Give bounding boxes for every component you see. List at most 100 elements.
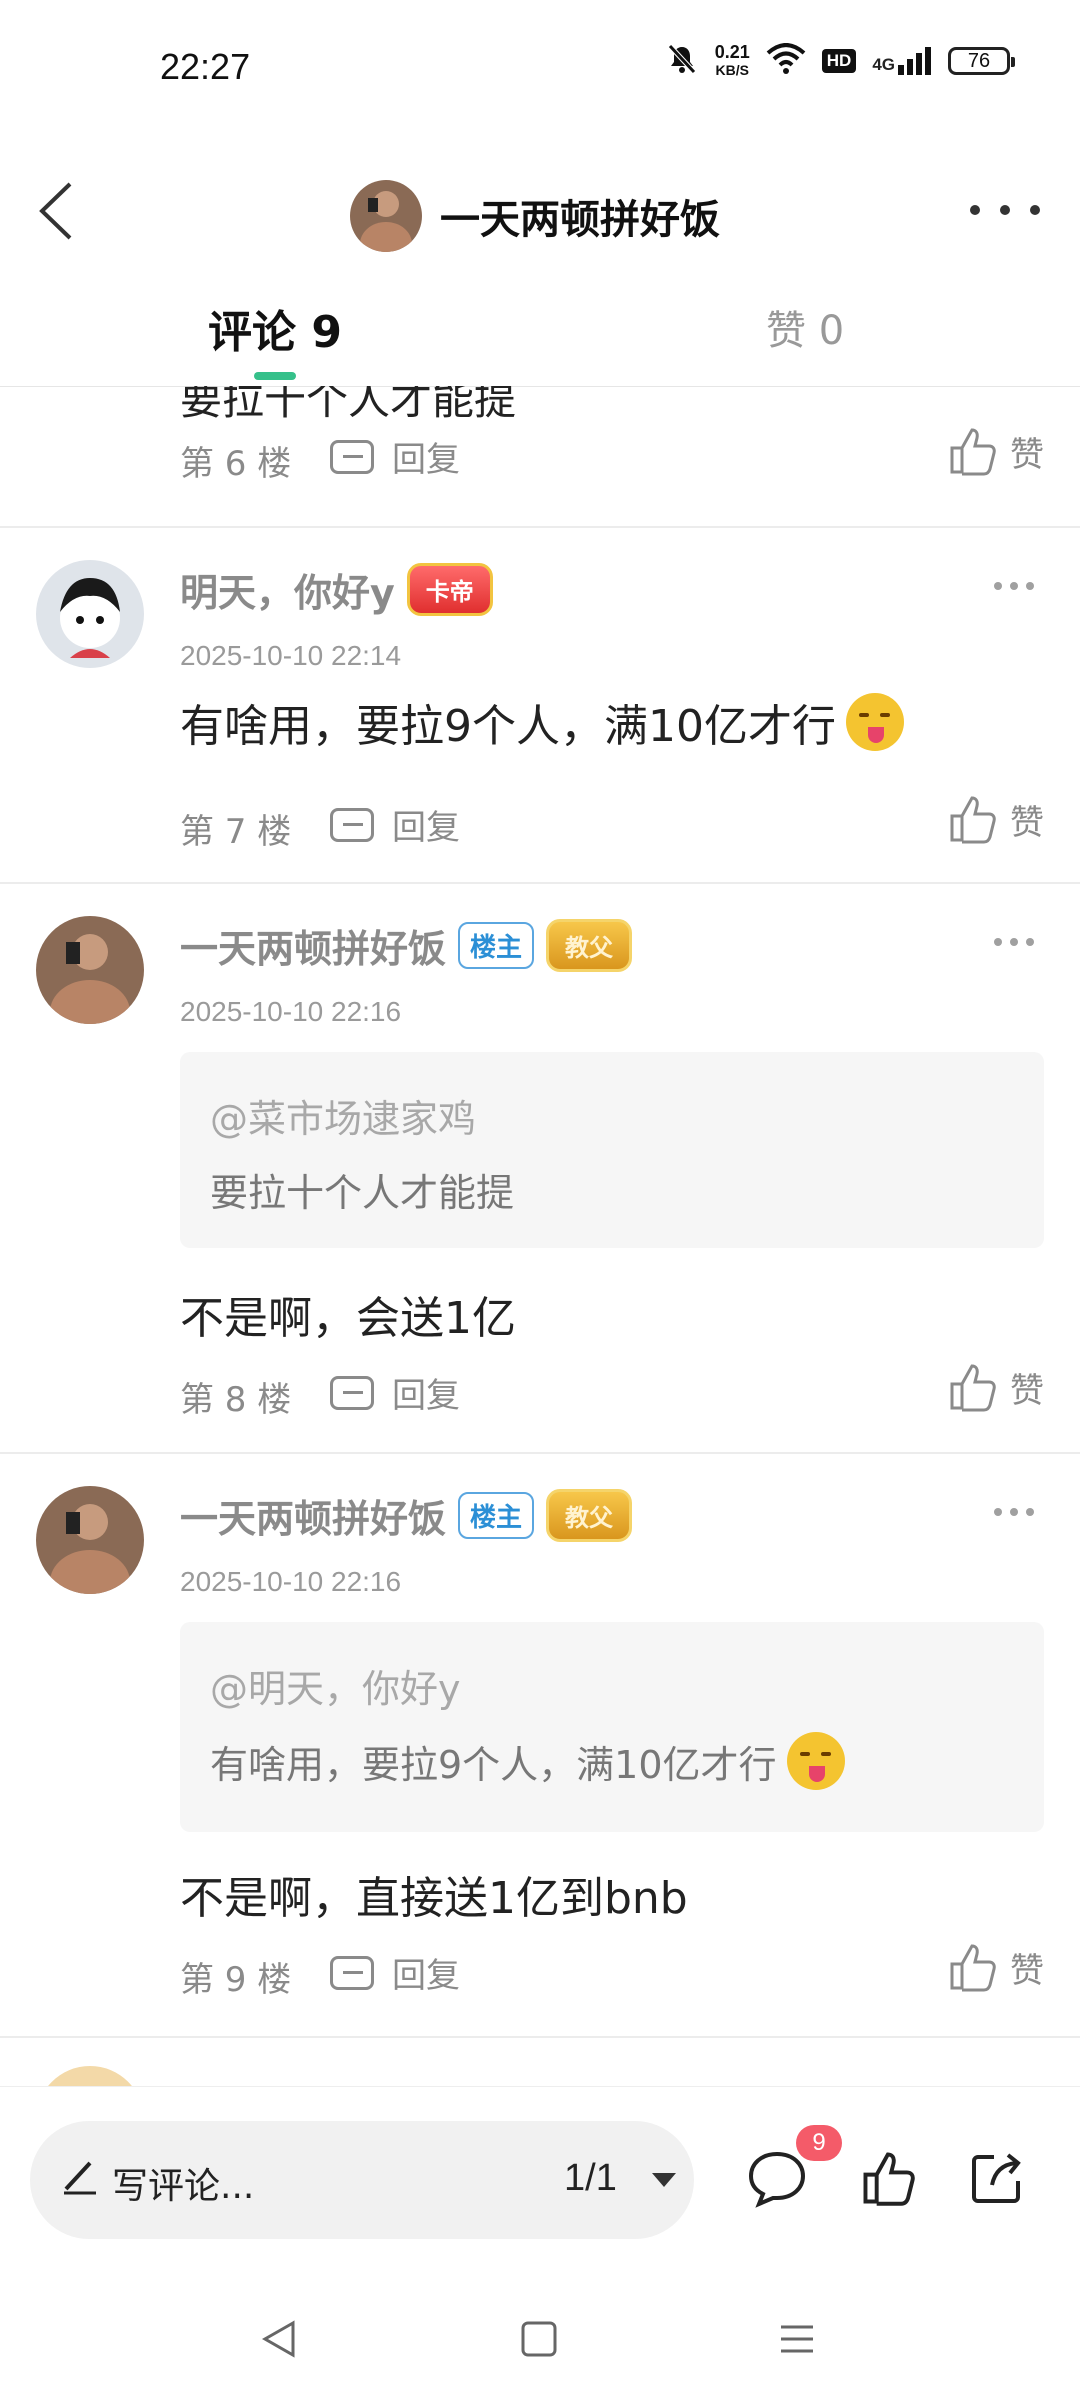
net-speed-value: 0.21 (714, 42, 750, 62)
reply-label: 回复 (392, 440, 460, 480)
triangle-back-icon (261, 2320, 295, 2358)
chat-bubble-icon (748, 2151, 806, 2208)
header-user[interactable]: 一天两顿拼好饭 (350, 180, 720, 252)
reply-label: 回复 (392, 1376, 460, 1416)
comment-floor-6: 要拉十个人才能提 第 6 楼 回复 赞 (0, 386, 1080, 528)
back-button[interactable] (26, 176, 86, 246)
floor-label: 第 6 楼 (180, 444, 292, 484)
hd-badge: HD (821, 49, 857, 73)
username[interactable]: 一天两顿拼好饭 (180, 918, 446, 973)
like-label: 赞 (1010, 1950, 1044, 1991)
like-button[interactable]: 赞 (948, 794, 1044, 844)
tongue-out-emoji-icon (786, 1732, 845, 1790)
battery-level: 76 (967, 49, 991, 72)
net-speed: 0.21 KB/S (715, 43, 750, 79)
tab-bar: 评论 9 赞 0 (0, 280, 1080, 387)
nav-back-button[interactable] (244, 2304, 314, 2374)
name-row: 一天两顿拼好饭 楼主 教父 (180, 918, 633, 973)
floor-label: 第 9 楼 (180, 1960, 292, 2000)
mute-bell-icon (665, 42, 699, 80)
network-type: 4G (872, 55, 895, 74)
reply-icon (330, 1375, 374, 1410)
quoted-comment[interactable]: @菜市场逮家鸡 要拉十个人才能提 (180, 1052, 1044, 1248)
comment-text: 有啥用，要拉9个人，满10亿才行 (180, 690, 904, 754)
nav-menu-button[interactable] (762, 2304, 832, 2374)
tongue-out-emoji-icon (845, 693, 904, 751)
write-comment-input[interactable]: 写评论... 1/1 (30, 2121, 694, 2239)
thumbs-up-icon (950, 1944, 996, 1992)
tab-likes[interactable]: 赞 0 (766, 298, 844, 356)
owner-tag: 楼主 (458, 1492, 535, 1539)
reply-label: 回复 (392, 808, 460, 848)
reply-icon (330, 439, 374, 474)
thumbs-up-icon (950, 428, 996, 476)
pencil-icon (60, 2155, 100, 2199)
comment-footer: 第 9 楼 回复 赞 (180, 1942, 1044, 2002)
avatar[interactable] (36, 1486, 144, 1594)
page-indicator[interactable]: 1/1 (564, 2157, 617, 2200)
reply-button[interactable]: 回复 (330, 800, 460, 849)
like-button[interactable]: 赞 (948, 1362, 1044, 1412)
avatar[interactable] (36, 560, 144, 668)
avatar[interactable] (36, 916, 144, 1024)
bottom-action-bar: 写评论... 1/1 9 (0, 2086, 1080, 2277)
name-row: 一天两顿拼好饭 楼主 教父 (180, 1488, 633, 1543)
square-home-icon (521, 2321, 557, 2357)
write-comment-placeholder: 写评论... (112, 2166, 255, 2207)
status-icons: 0.21 KB/S HD 4G 76 (665, 42, 1015, 80)
comment-footer: 第 7 楼 回复 赞 (180, 794, 1044, 854)
quoted-text-content: 有啥用，要拉9个人，满10亿才行 (210, 1742, 777, 1787)
comment-floor-7: 明天，你好y 卡帝 2025-10-10 22:14 有啥用，要拉9个人，满10… (0, 526, 1080, 884)
floor-label: 第 7 楼 (180, 812, 292, 852)
comment-time: 2025-10-10 22:16 (180, 996, 402, 1027)
username[interactable]: 一天两顿拼好饭 (180, 1488, 446, 1543)
wifi-icon (766, 43, 806, 79)
comment-feed[interactable]: 要拉十个人才能提 第 6 楼 回复 赞 明天，你好y 卡帝 2025-10-10… (0, 386, 1080, 2086)
thumbs-up-icon (950, 796, 996, 844)
like-label: 赞 (1010, 802, 1044, 843)
share-icon (972, 2153, 1021, 2203)
comment-count-badge: 9 (796, 2125, 842, 2161)
chevron-left-icon (39, 182, 72, 240)
medal-badge: 卡帝 (406, 563, 493, 616)
tab-comments[interactable]: 评论 9 (208, 296, 342, 360)
reply-button[interactable]: 回复 (330, 432, 460, 481)
avatar[interactable] (350, 180, 422, 252)
thumbs-up-icon (950, 1364, 996, 1412)
comment-floor-9: 一天两顿拼好饭 楼主 教父 2025-10-10 22:16 @明天，你好y 有… (0, 1452, 1080, 2038)
nav-home-button[interactable] (504, 2304, 574, 2374)
username[interactable]: 明天，你好y (180, 562, 395, 617)
like-button[interactable]: 赞 (948, 426, 1044, 476)
quoted-text: 要拉十个人才能提 (210, 1171, 515, 1215)
comment-text: 不是啊，会送1亿 (180, 1293, 516, 1344)
reply-label: 回复 (392, 1956, 460, 1996)
status-time: 22:27 (160, 46, 251, 87)
thumbs-up-icon (863, 2152, 915, 2206)
medal-badge: 教父 (546, 919, 633, 972)
comment-text: 要拉十个人才能提 (180, 386, 517, 424)
header: 一天两顿拼好饭 (0, 140, 1080, 280)
system-nav-bar (0, 2276, 1080, 2400)
reply-button[interactable]: 回复 (330, 1948, 460, 1997)
comment-floor-8: 一天两顿拼好饭 楼主 教父 2025-10-10 22:16 @菜市场逮家鸡 要… (0, 882, 1080, 1454)
battery-indicator: 76 (948, 47, 1015, 75)
like-button[interactable]: 赞 (948, 1942, 1044, 1992)
reply-icon (330, 1955, 374, 1990)
share-button[interactable] (962, 2143, 1032, 2213)
quoted-text: 有啥用，要拉9个人，满10亿才行 (210, 1732, 845, 1790)
comment-footer: 第 6 楼 回复 赞 (180, 426, 1044, 486)
comment-more-button[interactable] (994, 938, 1034, 946)
like-post-button[interactable] (854, 2143, 924, 2213)
more-options-button[interactable] (970, 190, 1040, 230)
header-title: 一天两顿拼好饭 (440, 197, 720, 243)
caret-down-icon[interactable] (652, 2173, 676, 2187)
comment-more-button[interactable] (994, 1508, 1034, 1516)
like-label: 赞 (1010, 434, 1044, 475)
reply-button[interactable]: 回复 (330, 1368, 460, 1417)
quoted-comment[interactable]: @明天，你好y 有啥用，要拉9个人，满10亿才行 (180, 1622, 1044, 1832)
comment-time: 2025-10-10 22:16 (180, 1566, 402, 1597)
comment-more-button[interactable] (994, 582, 1034, 590)
reply-icon (330, 807, 374, 842)
tab-indicator (254, 372, 296, 380)
quoted-user: @菜市场逮家鸡 (210, 1097, 477, 1141)
